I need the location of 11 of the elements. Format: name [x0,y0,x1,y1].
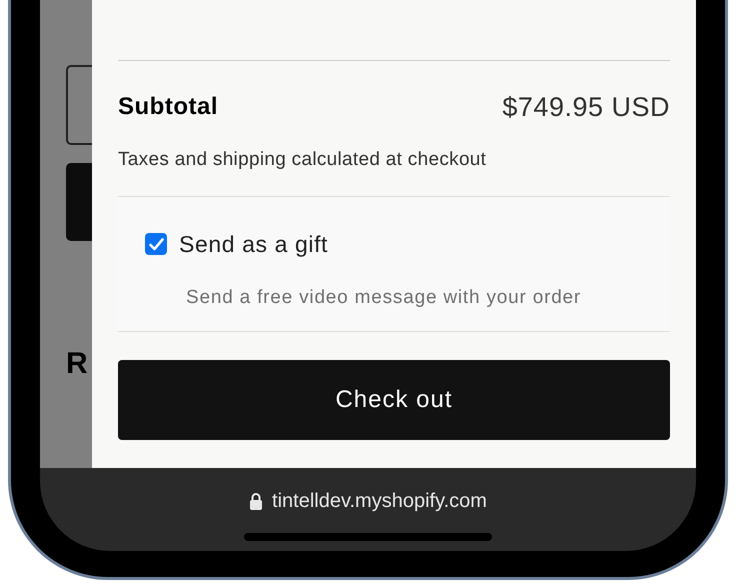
subtotal-price: $749.95 USD [502,91,670,124]
gift-label: Send as a gift [179,230,328,259]
checkmark-icon [148,238,164,251]
section-heading: R [66,349,89,379]
tax-note: Taxes and shipping calculated at checkout [118,148,488,172]
url-text[interactable]: tintelldev.myshopify.com [272,486,487,516]
subtotal-label: Subtotal [118,92,218,122]
checkout-button[interactable]: Check out [118,360,670,440]
lock-icon [249,492,264,510]
gift-checkbox[interactable] [145,233,167,256]
gift-description: Send a free video message with your order [186,286,582,310]
